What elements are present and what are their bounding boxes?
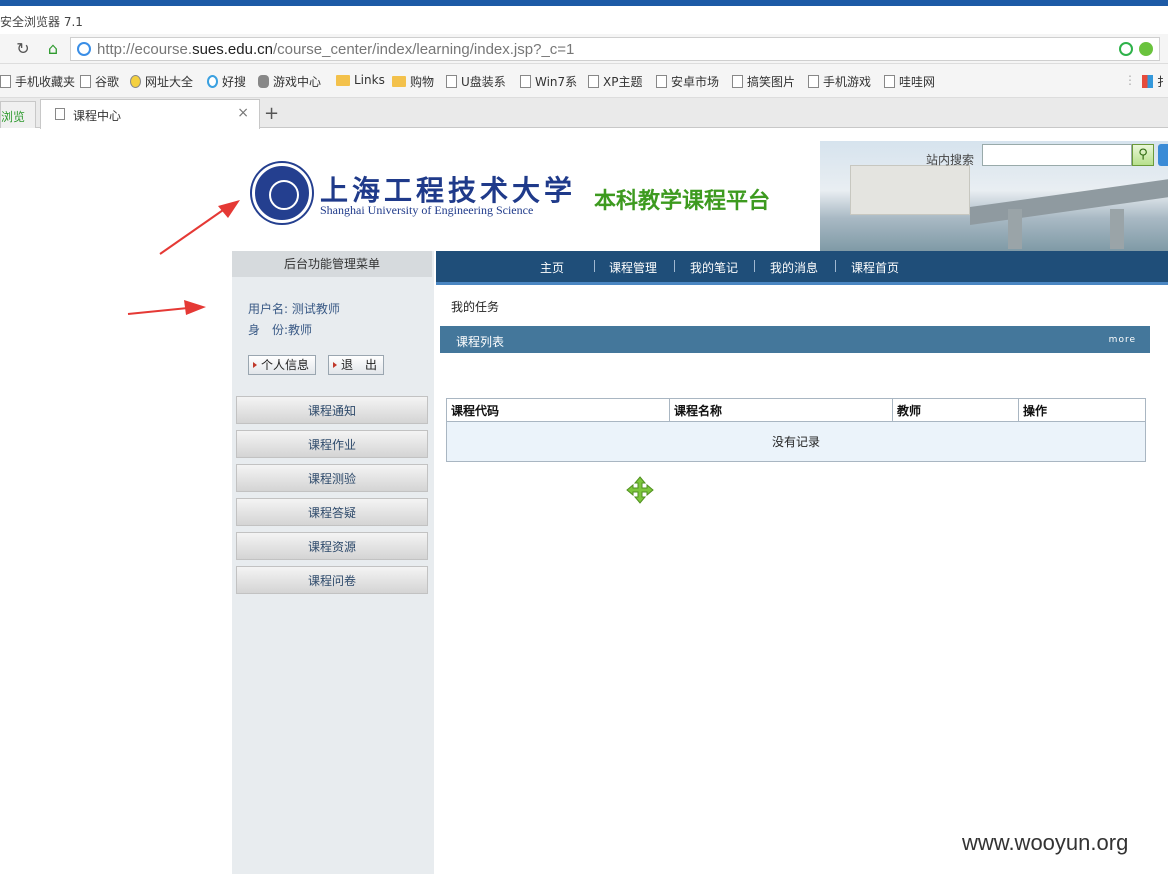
- column-course-code: 课程代码: [446, 398, 670, 422]
- logout-button[interactable]: 退 出: [328, 355, 385, 375]
- search-icon: [207, 75, 218, 88]
- move-icon[interactable]: [626, 476, 654, 504]
- page-icon: [732, 75, 743, 88]
- main-nav: 主页 课程管理 我的笔记 我的消息 课程首页: [436, 251, 1168, 285]
- bookmark-item[interactable]: XP主题: [588, 73, 642, 90]
- bookmark-item[interactable]: U盘装系: [446, 73, 506, 90]
- username-label: 用户名:: [248, 302, 289, 316]
- reload-icon[interactable]: ↻: [14, 40, 32, 58]
- page-icon: [808, 75, 819, 88]
- search-option-button[interactable]: [1158, 144, 1168, 166]
- globe-icon: [77, 42, 91, 56]
- annotation-arrow-icon: [127, 300, 206, 315]
- nav-course-management[interactable]: 课程管理: [609, 259, 657, 276]
- globe-icon: [130, 75, 141, 88]
- page-icon: [656, 75, 667, 88]
- bookmark-item[interactable]: 搞笑图片: [732, 73, 795, 90]
- tab-browse[interactable]: 浏览: [0, 101, 36, 128]
- nav-my-notes[interactable]: 我的笔记: [690, 259, 738, 276]
- bookmark-item[interactable]: 哇哇网: [884, 73, 935, 90]
- folder-icon: [336, 74, 350, 86]
- home-icon[interactable]: ⌂: [44, 40, 62, 58]
- search-label: 站内搜索: [926, 153, 975, 167]
- page-icon: [520, 75, 531, 88]
- page-icon: [588, 75, 599, 88]
- gamepad-icon: [258, 75, 269, 88]
- tab-strip: 浏览 课程中心 × +: [0, 98, 1168, 129]
- leaf-extension-icon[interactable]: [1139, 42, 1153, 56]
- university-logo: [252, 163, 312, 223]
- column-actions: 操作: [1018, 398, 1146, 422]
- page-icon: [80, 75, 91, 88]
- tab-course-center[interactable]: 课程中心 ×: [40, 99, 260, 129]
- role-label: 身 份:: [248, 323, 289, 337]
- sidebar-item-homework[interactable]: 课程作业: [236, 430, 428, 458]
- watermark: www.wooyun.org: [962, 830, 1129, 855]
- new-tab-button[interactable]: +: [264, 103, 279, 124]
- bookmark-item[interactable]: 安卓市场: [656, 73, 719, 90]
- url-domain: sues.edu.cn: [192, 41, 273, 58]
- sidebar-item-resources[interactable]: 课程资源: [236, 532, 428, 560]
- url-prefix: http://ecourse.: [97, 41, 193, 58]
- site-search-input[interactable]: [982, 144, 1132, 166]
- username-value: 测试教师: [291, 302, 340, 316]
- address-bar: ↻ ⌂ http://ecourse.sues.edu.cn/course_ce…: [0, 34, 1168, 64]
- page-icon: [0, 75, 11, 88]
- page-icon: [884, 75, 895, 88]
- role-value: 教师: [288, 323, 313, 337]
- sidebar-title: 后台功能管理菜单: [232, 251, 432, 277]
- empty-message: 没有记录: [446, 421, 1146, 462]
- url-input[interactable]: http://ecourse.sues.edu.cn/course_center…: [70, 37, 1160, 61]
- page-icon: [446, 75, 457, 88]
- apps-icon: [1142, 75, 1153, 88]
- my-tasks-heading: 我的任务: [451, 300, 500, 314]
- admin-sidebar: 后台功能管理菜单 用户名: 测试教师 身 份:教师 个人信息 退 出 课程通知 …: [232, 251, 434, 874]
- window-title: 安全浏览器 7.1: [0, 15, 83, 29]
- table-row: 没有记录: [446, 421, 1146, 462]
- university-name-en: Shanghai University of Engineering Scien…: [320, 203, 534, 217]
- tab-label: 课程中心: [73, 109, 122, 123]
- bookmark-item[interactable]: 游戏中心: [258, 73, 321, 90]
- url-path: /course_center/index/learning/index.jsp?…: [272, 41, 575, 58]
- bookmark-item[interactable]: 手机游戏: [808, 73, 871, 90]
- bookmark-item[interactable]: 谷歌: [80, 73, 119, 90]
- bookmark-item[interactable]: Win7系: [520, 73, 577, 90]
- browser-title-bar: 安全浏览器 7.1: [0, 6, 1168, 34]
- sidebar-item-surveys[interactable]: 课程问卷: [236, 566, 428, 594]
- bookmark-item[interactable]: 好搜: [207, 73, 246, 90]
- course-table: 课程代码 课程名称 教师 操作 没有记录: [446, 398, 1146, 462]
- column-teacher: 教师: [892, 398, 1019, 422]
- bookmark-item[interactable]: 手机收藏夹: [0, 73, 75, 90]
- bookmark-folder[interactable]: 购物: [392, 73, 434, 90]
- folder-icon: [392, 76, 406, 87]
- sidebar-item-qa[interactable]: 课程答疑: [236, 498, 428, 526]
- more-link[interactable]: more: [1109, 335, 1136, 345]
- course-list-title: 课程列表: [456, 335, 505, 349]
- platform-title: 本科教学课程平台: [594, 189, 771, 214]
- bookmarks-overflow-icon[interactable]: ⋮: [1124, 73, 1136, 87]
- site-header: 上海工程技术大学 Shanghai University of Engineer…: [232, 139, 1168, 251]
- nav-course-home[interactable]: 课程首页: [851, 259, 899, 276]
- user-info: 用户名: 测试教师 身 份:教师: [248, 299, 340, 341]
- bookmarks-bar: 手机收藏夹 谷歌 网址大全 好搜 游戏中心 Links 购物 U盘装系 Win7…: [0, 64, 1168, 98]
- column-course-name: 课程名称: [669, 398, 893, 422]
- bookmark-item[interactable]: 网址大全: [130, 73, 193, 90]
- apps-button[interactable]: 扌: [1142, 73, 1168, 90]
- annotation-arrow-icon: [159, 200, 240, 255]
- page-icon: [55, 108, 65, 120]
- search-button[interactable]: ⚲: [1132, 144, 1154, 166]
- search-icon: ⚲: [1138, 147, 1148, 162]
- close-icon[interactable]: ×: [237, 105, 249, 121]
- table-header-row: 课程代码 课程名称 教师 操作: [446, 398, 1146, 422]
- refresh-extension-icon[interactable]: [1119, 42, 1133, 56]
- profile-button[interactable]: 个人信息: [248, 355, 317, 375]
- sidebar-item-quizzes[interactable]: 课程测验: [236, 464, 428, 492]
- nav-home[interactable]: 主页: [540, 259, 564, 276]
- nav-my-messages[interactable]: 我的消息: [770, 259, 818, 276]
- sidebar-item-notices[interactable]: 课程通知: [236, 396, 428, 424]
- bookmark-folder[interactable]: Links: [336, 73, 385, 87]
- course-list-bar: 课程列表 more: [440, 326, 1150, 353]
